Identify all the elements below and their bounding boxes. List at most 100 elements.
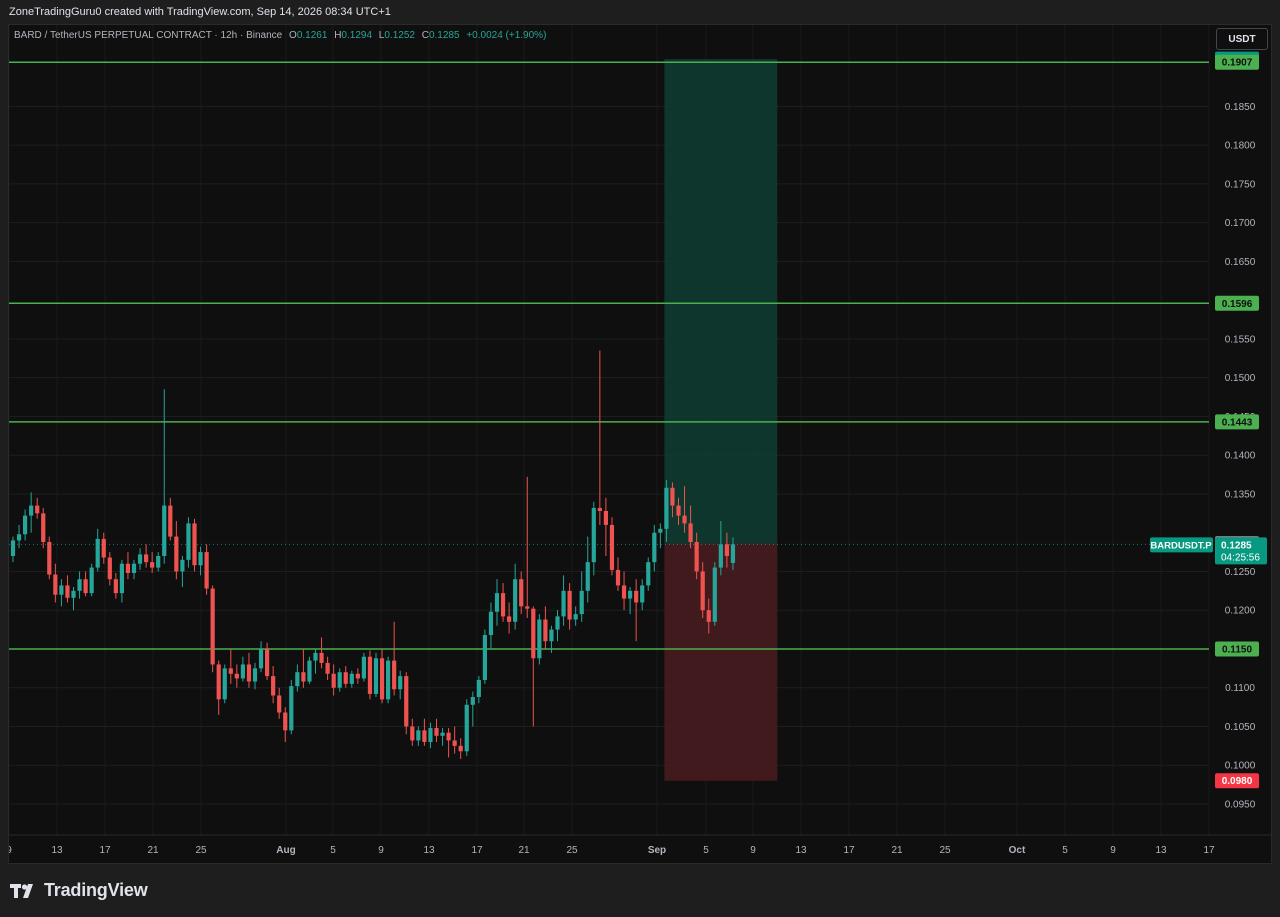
time-tick-label: 13 [423,845,435,856]
tradingview-logo[interactable]: TradingView [10,880,148,901]
level-price-label: 0.1596 [1222,299,1253,310]
price-tick-label: 0.1100 [1225,683,1255,694]
candle-body [458,745,463,752]
candle-body [373,658,379,694]
candle-body [555,616,560,630]
candle-body [543,619,548,642]
candle-body [150,562,155,568]
candle-body [77,579,82,591]
candle-body [718,544,723,568]
last-price-value: 0.1285 [1221,540,1252,551]
candle-body [337,672,342,688]
tradingview-logo-icon [10,883,38,899]
price-tick-label: 0.1750 [1225,179,1256,190]
candle-body [688,523,693,543]
price-tick-label: 0.1550 [1225,334,1256,345]
footer: TradingView [0,864,1280,917]
stop-zone[interactable] [664,543,778,781]
symbol-legend: BARD / TetherUS PERPETUAL CONTRACT · 12h… [14,30,546,41]
candle-body [730,544,736,563]
candle-body [386,660,391,700]
candle-body [404,676,409,727]
candle-body [652,532,657,563]
open-label: O [289,30,297,41]
candle-body [597,507,602,511]
candle-body [537,619,542,659]
candle-body [700,571,705,611]
time-tick-label: 9 [1110,845,1116,856]
candle-body [646,562,651,586]
candle-body [23,515,28,535]
candle-body [192,523,197,566]
candle-body [131,563,137,574]
candle-body [10,540,16,556]
candle-body [513,579,518,622]
candle-body [398,676,403,690]
candle-body [71,590,76,598]
candle-body [107,557,112,580]
candle-body [658,528,663,533]
bar-countdown: 04:25:56 [1221,552,1260,563]
close-label: C [421,30,429,41]
candle-body [628,590,633,599]
time-tick-label: 9 [9,845,12,856]
high-value: 0.1294 [341,30,373,41]
candle-body [113,579,118,594]
candle-body [271,676,276,696]
time-tick-label: Sep [648,845,666,856]
time-tick-label: 9 [378,845,384,856]
candle-body [476,679,481,698]
candle-body [162,505,167,556]
candle-body [694,542,699,572]
time-tick-label: Oct [1009,845,1026,856]
low-value: 0.1252 [384,30,415,41]
candle-body [682,515,687,524]
candle-body [95,538,100,568]
candle-body [549,629,554,642]
candle-body [29,505,34,516]
level-price-label: 0.1907 [1222,58,1253,69]
candle-body [361,656,366,679]
candle-body [319,652,324,663]
candle-body [615,569,621,586]
candle-body [416,730,421,741]
price-tick-label: 0.1000 [1225,761,1256,772]
candle-body [670,487,675,506]
candle-body [676,505,681,516]
author-credit: ZoneTradingGuru0 created with TradingVie… [9,6,391,18]
candle-body [119,563,124,594]
time-tick-label: 25 [939,845,951,856]
target-zone[interactable] [664,59,778,544]
chart-pane[interactable]: 0.1850 0.1800 0.1750 0.1700 0.1650 0.1550 0.15… [8,24,1272,864]
candle-body [16,534,22,541]
currency-button[interactable]: USDT [1216,28,1268,50]
time-tick-label: 21 [147,845,159,856]
candle-body [301,672,306,682]
candle-body [265,648,270,677]
candle-body [392,660,397,690]
time-tick-label: 5 [1062,845,1068,856]
price-chart[interactable]: 0.1850 0.1800 0.1750 0.1700 0.1650 0.1550 0.15… [9,25,1272,864]
candle-body [567,590,572,620]
candle-body [289,686,294,731]
candle-body [349,673,354,684]
price-tick-label: 0.1250 [1225,567,1256,578]
candle-body [307,660,312,682]
candle-body [186,523,191,560]
candle-body [440,732,445,736]
candle-body [621,585,627,599]
price-tick-label: 0.1050 [1225,722,1256,733]
time-tick-label: 25 [195,845,207,856]
candle-body [210,588,215,665]
price-tick-label: 0.1200 [1225,606,1256,617]
time-tick-label: Aug [276,845,295,856]
candle-body [470,697,475,705]
candle-body [59,585,64,595]
candle-body [168,505,173,537]
time-tick-label: 13 [51,845,63,856]
time-tick-label: 13 [1155,845,1167,856]
candle-body [488,611,494,636]
candle-body [125,563,131,574]
candle-body [634,590,639,603]
candle-body [156,555,161,568]
